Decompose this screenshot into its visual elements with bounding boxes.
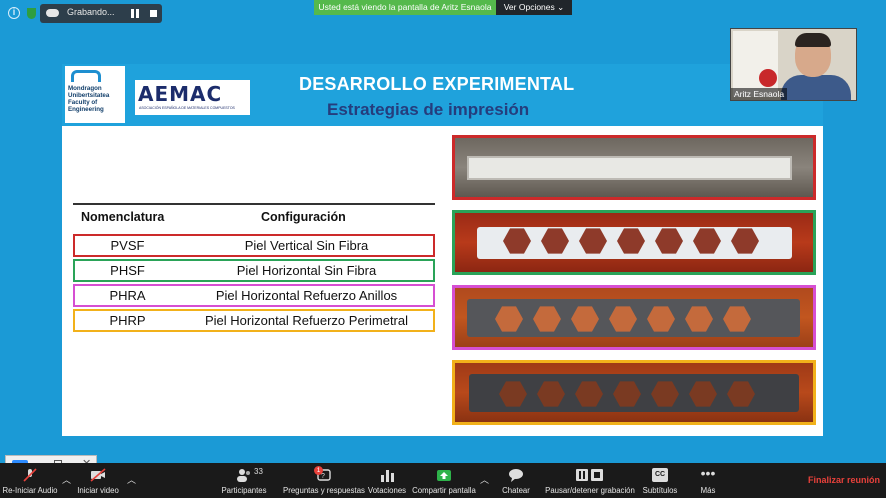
qa-badge: 1 [314,466,323,475]
speaker-hair [795,33,831,47]
qa-button[interactable]: ? 1 Preguntas y respuestas [282,463,366,498]
view-options-button[interactable]: Ver Opciones ⌄ [496,0,572,15]
row-config: Piel Horizontal Sin Fibra [236,263,377,278]
photo-phra-sample [452,285,816,350]
row-code: PVSF [110,238,145,253]
pause-recording-icon[interactable] [131,9,139,18]
table-row: PVSF Piel Vertical Sin Fibra [73,234,435,257]
slide-title: DESARROLLO EXPERIMENTAL [299,74,575,94]
polls-label: Votaciones [367,486,407,495]
participants-button[interactable]: 33 Participantes [218,463,270,498]
unmute-button[interactable]: Re-Iniciar Audio [0,463,60,498]
more-button[interactable]: ••• Más [690,463,726,498]
row-code: PHSF [110,263,145,278]
start-video-button[interactable]: Iniciar video [74,463,122,498]
photo-pvsf-sample [452,135,816,200]
row-config: Piel Vertical Sin Fibra [244,238,369,253]
subtitles-button[interactable]: CC Subtítulos [640,463,680,498]
slide-header: Mondragon Unibertsitatea Faculty of Engi… [62,64,823,126]
unmute-label: Re-Iniciar Audio [2,486,58,495]
row-code: PHRP [109,313,146,328]
photo-phrp-sample [452,360,816,425]
aemac-logo: AEMAC ASOCIACIÓN ESPAÑOLA DE MATERIALES … [135,80,250,115]
top-bar: i Grabando... Usted está viendo la panta… [0,0,886,28]
security-shield-icon[interactable] [27,8,36,19]
viewing-screen-label: Usted está viendo la pantalla de Aritz E… [314,0,496,15]
speaker-shirt [781,75,851,100]
row-config: Piel Horizontal Refuerzo Perimetral [204,313,409,328]
video-options-caret-icon[interactable]: ︿ [127,473,136,486]
row-code: PHRA [109,288,146,303]
photo-phsf-sample [452,210,816,275]
info-icon[interactable]: i [8,7,20,19]
meeting-toolbar: Re-Iniciar Audio ︿ Iniciar video ︿ 33 Pa… [0,463,886,498]
polls-button[interactable]: Votaciones [366,463,408,498]
aemac-logo-text: AEMAC [138,82,223,106]
speaker-name: Aritz Esnaola [731,88,788,100]
mondragon-logo: Mondragon Unibertsitatea Faculty of Engi… [65,66,125,123]
chevron-down-icon: ⌄ [557,2,565,12]
share-screen-button[interactable]: Compartir pantalla [410,463,478,498]
aemac-logo-subtext: ASOCIACIÓN ESPAÑOLA DE MATERIALES COMPUE… [139,106,235,110]
pause-stop-recording-label: Pausar/detener grabación [545,486,635,495]
microphone-muted-icon [23,468,37,482]
share-screen-icon [437,470,451,481]
recording-label: Grabando... [67,7,115,17]
recording-indicator: Grabando... [40,4,162,23]
share-options-caret-icon[interactable]: ︿ [480,473,489,486]
share-screen-label: Compartir pantalla [412,486,476,495]
stop-recording-icon[interactable] [150,10,157,17]
speaker-video-thumbnail[interactable]: Aritz Esnaola [730,28,857,101]
start-video-label: Iniciar video [77,486,119,495]
more-label: Más [700,486,716,495]
end-meeting-button[interactable]: Finalizar reunión [808,475,880,485]
pause-stop-recording-button[interactable]: Pausar/detener grabación [544,463,636,498]
table-row: PHRP Piel Horizontal Refuerzo Perimetral [73,309,435,332]
audio-options-caret-icon[interactable]: ︿ [62,473,71,486]
mondragon-logo-text: Mondragon Unibertsitatea Faculty of Engi… [68,85,110,113]
chat-button[interactable]: Chatear [496,463,536,498]
table-row: PHRA Piel Horizontal Refuerzo Anillos [73,284,435,307]
participants-count: 33 [254,467,263,476]
view-options-label: Ver Opciones [503,2,555,12]
table-header-configuracion: Configuración [261,210,346,224]
video-off-icon [90,468,106,482]
polls-icon [381,470,394,482]
screen-share-banner: Usted está viendo la pantalla de Aritz E… [314,0,572,15]
sample-bar [467,156,792,180]
chat-icon [509,469,523,482]
cloud-icon [46,9,59,17]
pause-stop-recording-icon [576,469,603,481]
participants-icon [237,469,250,482]
table-header-nomenclatura: Nomenclatura [81,210,165,224]
row-config: Piel Horizontal Refuerzo Anillos [215,288,398,303]
table-row: PHSF Piel Horizontal Sin Fibra [73,259,435,282]
participants-label: Participantes [221,486,267,495]
subtitles-label: Subtítulos [642,486,678,495]
cc-icon: CC [652,468,668,482]
svg-text:?: ? [321,473,325,480]
mondragon-mark-icon [71,70,101,82]
more-icon: ••• [700,465,716,481]
table-header-rule [73,203,435,205]
poster-red-circle [759,69,777,87]
chat-label: Chatear [502,486,530,495]
qa-label: Preguntas y respuestas [283,486,365,495]
shared-slide: Mondragon Unibertsitatea Faculty of Engi… [62,64,823,436]
slide-subtitle: Estrategias de impresión [327,100,530,119]
